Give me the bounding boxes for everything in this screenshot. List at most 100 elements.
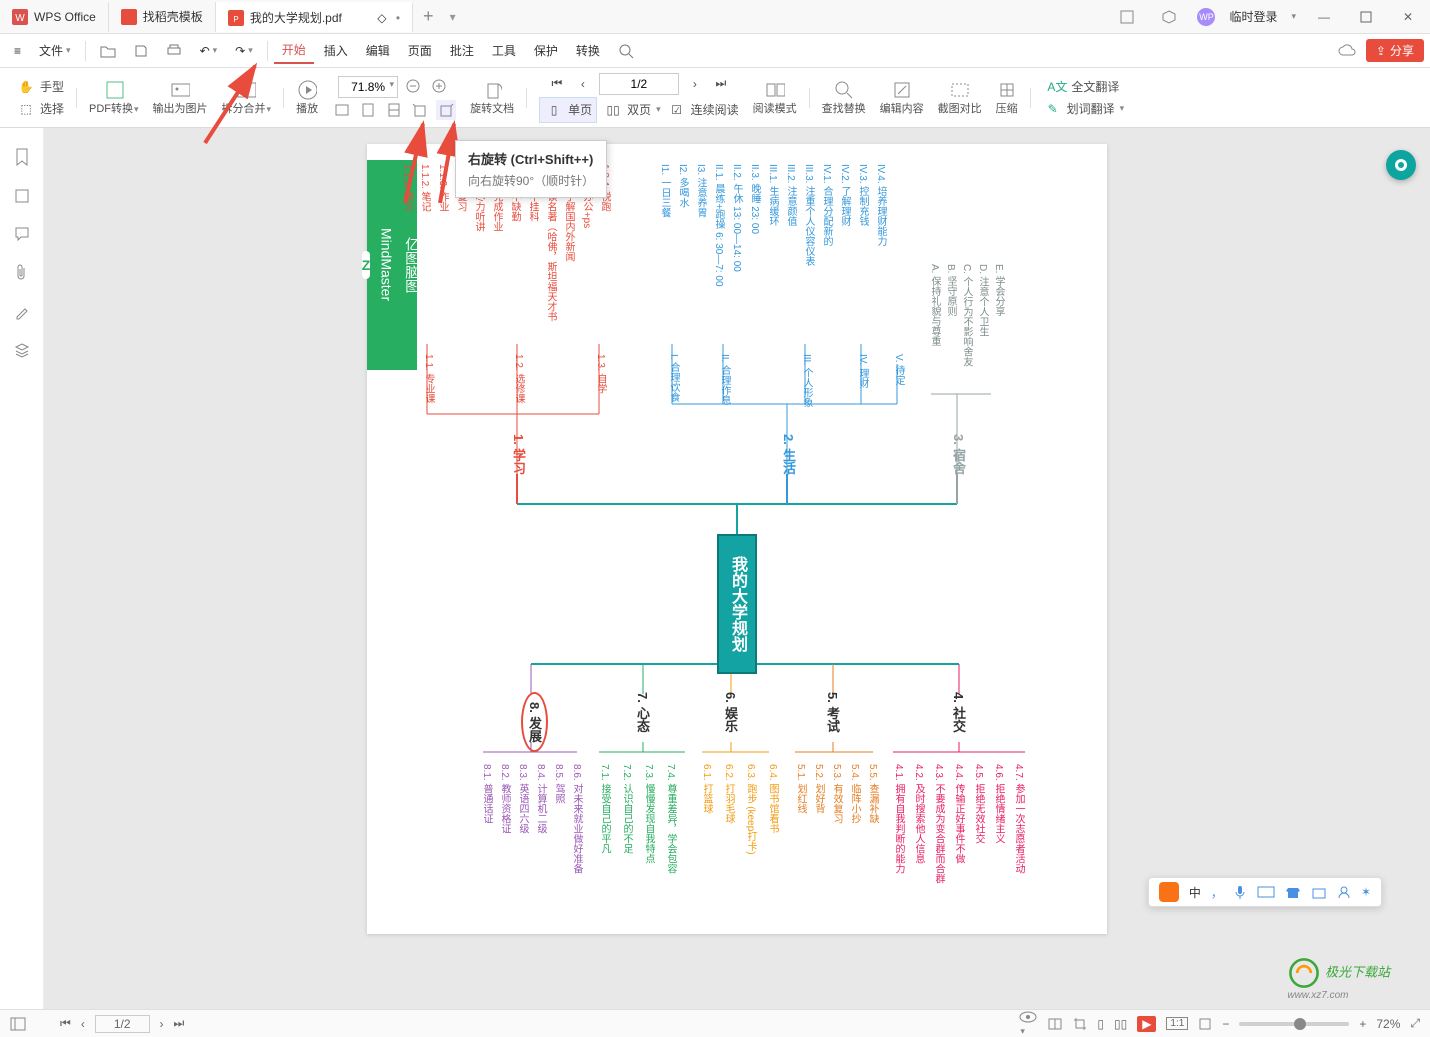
ime-punctuation-icon[interactable]: ，: [1211, 884, 1223, 901]
menu-tab-tools[interactable]: 工具: [484, 38, 524, 63]
login-dropdown-icon[interactable]: ▾: [1291, 11, 1296, 22]
status-last-page-button[interactable]: ⏭: [174, 1016, 185, 1031]
login-label[interactable]: 临时登录: [1229, 8, 1277, 25]
status-eye-icon[interactable]: ▾: [1019, 1011, 1037, 1037]
status-expand-icon[interactable]: ⤢: [1410, 1016, 1420, 1031]
prev-page-button[interactable]: ‹: [573, 74, 593, 94]
ime-skin-icon[interactable]: [1285, 885, 1301, 899]
edit-content-button[interactable]: 编辑内容: [874, 71, 930, 125]
edit-pencil-icon[interactable]: [14, 304, 30, 320]
page-input[interactable]: [599, 73, 679, 95]
zoom-in-button[interactable]: [430, 77, 450, 97]
status-zoom-out[interactable]: −: [1222, 1017, 1229, 1031]
rotate-right-button[interactable]: [436, 100, 456, 120]
mindmap-leaf: 8.3. 英语四六级: [515, 764, 530, 833]
rotate-doc-button[interactable]: 旋转文档: [464, 71, 520, 125]
status-sidebar-toggle[interactable]: [10, 1017, 26, 1031]
comment-icon[interactable]: [14, 226, 30, 242]
fit-page-button[interactable]: [384, 100, 404, 120]
select-translate-button[interactable]: ✎划词翻译▾: [1043, 99, 1125, 119]
status-prev-page-button[interactable]: ‹: [81, 1017, 85, 1031]
mindmap-leaf: 6.3. 跑步 (keep打卡): [743, 764, 758, 855]
save-icon[interactable]: [126, 40, 156, 62]
search-icon[interactable]: [610, 39, 642, 63]
ime-settings-icon[interactable]: ✶: [1361, 885, 1371, 899]
status-1to1-icon[interactable]: 1:1: [1166, 1017, 1188, 1030]
next-page-button[interactable]: ›: [685, 74, 705, 94]
tab-close-icon[interactable]: •: [396, 11, 400, 25]
compress-button[interactable]: 压缩: [990, 71, 1024, 125]
assistant-floating-button[interactable]: [1386, 150, 1416, 180]
tab-wps-home[interactable]: W WPS Office: [0, 2, 109, 32]
menu-tab-convert[interactable]: 转换: [568, 38, 608, 63]
status-double-icon[interactable]: ▯▯: [1114, 1017, 1127, 1031]
zoom-dropdown-icon[interactable]: ▾: [390, 79, 395, 90]
hand-tool-button[interactable]: ✋手型: [16, 77, 64, 97]
ime-user-icon[interactable]: [1337, 885, 1351, 899]
tab-add-button[interactable]: +: [413, 6, 444, 27]
menu-tab-protect[interactable]: 保护: [526, 38, 566, 63]
menu-tab-annotate[interactable]: 批注: [442, 38, 482, 63]
ime-lang-label[interactable]: 中: [1189, 884, 1201, 901]
single-page-button[interactable]: ▯单页: [539, 97, 597, 123]
status-play-button[interactable]: ▶: [1137, 1016, 1156, 1032]
status-page-indicator[interactable]: 1/2: [95, 1015, 150, 1033]
pdf-convert-button[interactable]: PDF转换▾: [83, 71, 145, 125]
status-first-page-button[interactable]: ⏮: [60, 1016, 71, 1031]
status-fit-icon[interactable]: [1198, 1017, 1212, 1031]
mindmap-leaf: 8.1. 普通话证: [479, 764, 494, 823]
window-minimize-button[interactable]: —: [1310, 3, 1338, 31]
menu-file[interactable]: 文件▾: [31, 38, 79, 63]
ime-toolbox-icon[interactable]: [1311, 885, 1327, 899]
select-tool-button[interactable]: ⬚选择: [16, 99, 64, 119]
last-page-button[interactable]: ⏭: [711, 74, 731, 94]
menu-tab-page[interactable]: 页面: [400, 38, 440, 63]
layers-icon[interactable]: [14, 342, 30, 358]
menu-hamburger-icon[interactable]: ≡: [6, 40, 29, 62]
zoom-out-button[interactable]: [404, 77, 424, 97]
double-page-button[interactable]: ▯▯双页▾: [603, 100, 661, 120]
fit-height-button[interactable]: [358, 100, 378, 120]
full-translate-button[interactable]: A文全文翻译: [1047, 77, 1119, 97]
tab-overflow-icon[interactable]: ▾: [444, 10, 462, 24]
play-button[interactable]: 播放: [290, 71, 324, 125]
reading-mode-button[interactable]: 阅读模式: [747, 71, 803, 125]
status-crop-icon[interactable]: [1073, 1017, 1087, 1031]
bookmark-icon[interactable]: [14, 148, 30, 166]
share-button[interactable]: ⇪ 分享: [1366, 39, 1424, 62]
tab-menu-icon[interactable]: ◇: [374, 10, 390, 26]
status-single-icon[interactable]: ▯: [1097, 1017, 1104, 1031]
tab-template[interactable]: 找稻壳模板: [109, 2, 216, 32]
status-book-icon[interactable]: [1047, 1017, 1063, 1031]
avatar[interactable]: WP: [1197, 8, 1215, 26]
tab-document-active[interactable]: P 我的大学规划.pdf ◇ •: [216, 2, 413, 32]
ime-toolbar[interactable]: 中 ， ✶: [1148, 877, 1382, 907]
menu-tab-insert[interactable]: 插入: [316, 38, 356, 63]
continuous-read-button[interactable]: ☑连续阅读: [667, 100, 739, 120]
attachment-icon[interactable]: [14, 264, 30, 282]
mindmap-leaf: 4.3. 不要成为变合群而合群: [931, 764, 946, 883]
status-zoom-in[interactable]: +: [1359, 1017, 1366, 1031]
mindmap-leaf: 4.2. 及时搜索他人信息: [911, 764, 926, 863]
menu-tab-edit[interactable]: 编辑: [358, 38, 398, 63]
window-maximize-button[interactable]: [1352, 3, 1380, 31]
box-icon[interactable]: [1113, 3, 1141, 31]
rotate-left-button[interactable]: [410, 100, 430, 120]
ime-keyboard-icon[interactable]: [1257, 886, 1275, 898]
window-close-button[interactable]: ✕: [1394, 3, 1422, 31]
status-zoom-slider[interactable]: [1239, 1022, 1349, 1026]
thumbnails-icon[interactable]: [14, 188, 30, 204]
open-icon[interactable]: [92, 40, 124, 62]
cube-icon[interactable]: [1155, 3, 1183, 31]
ime-voice-icon[interactable]: [1233, 884, 1247, 900]
fit-width-button[interactable]: [332, 100, 352, 120]
cloud-icon[interactable]: [1338, 44, 1356, 58]
print-icon[interactable]: [158, 40, 190, 62]
menu-tab-start[interactable]: 开始: [274, 37, 314, 64]
mindmap-branch-bottom: 4. 社交: [949, 692, 968, 732]
find-replace-button[interactable]: 查找替换: [816, 71, 872, 125]
status-next-page-button[interactable]: ›: [160, 1017, 164, 1031]
first-page-button[interactable]: ⏮: [547, 74, 567, 94]
screenshot-compare-button[interactable]: 截图对比: [932, 71, 988, 125]
mindmap-leaf: 4.6. 拒绝情绪主义: [991, 764, 1006, 843]
